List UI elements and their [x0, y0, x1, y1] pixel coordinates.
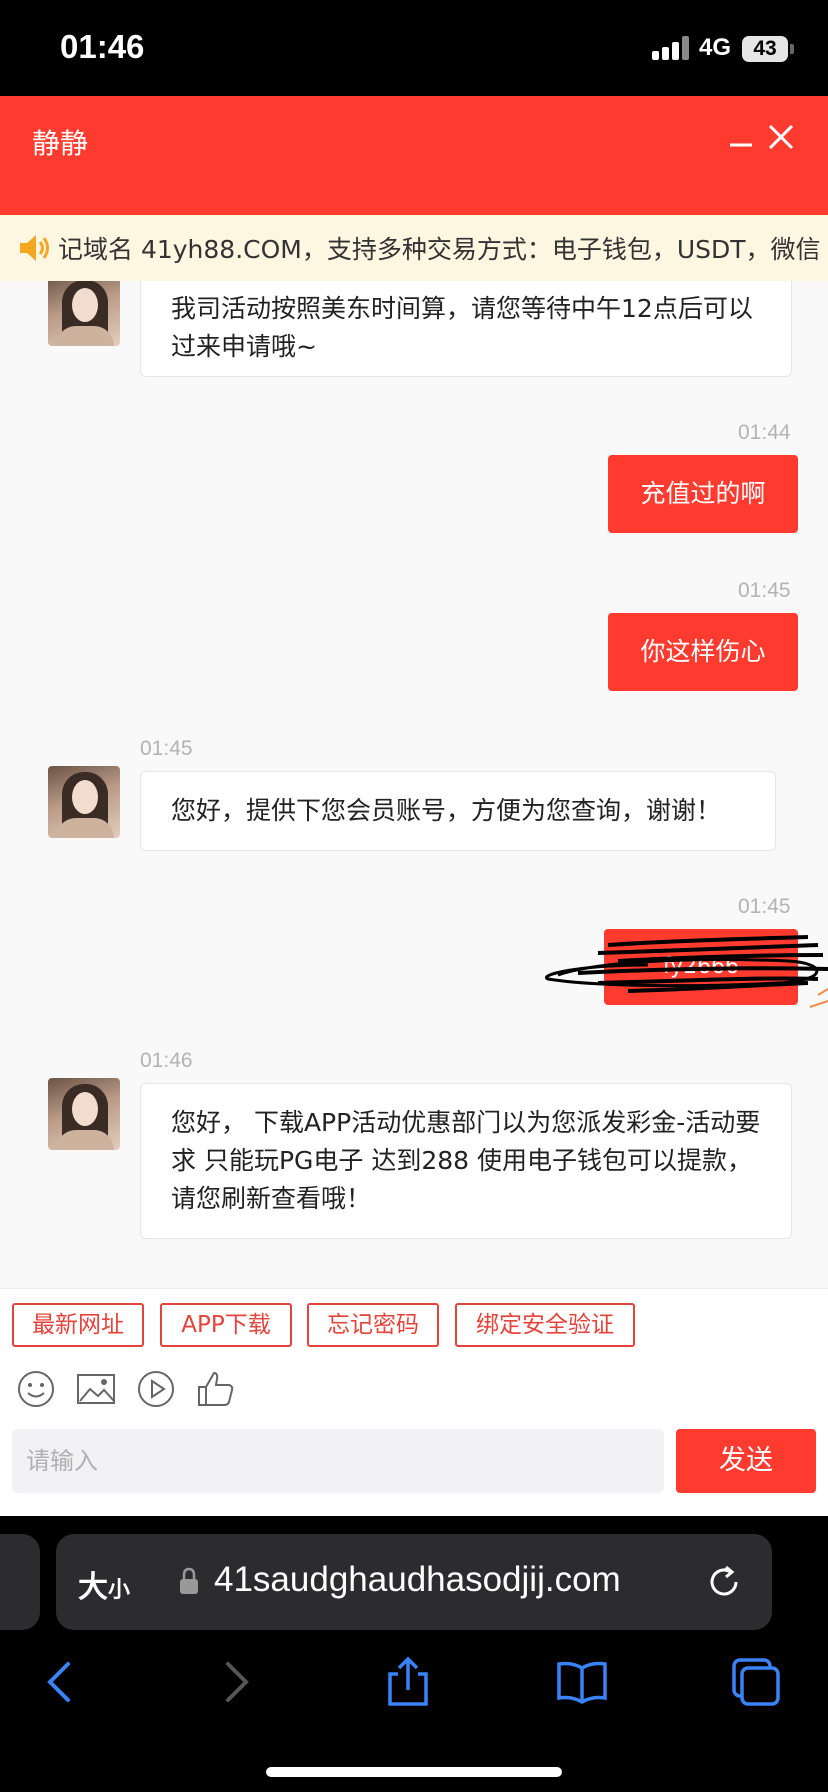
browser-toolbar: 大小 41saudghaudhasodjij.com	[0, 1516, 828, 1792]
bookmarks-icon[interactable]	[556, 1656, 608, 1708]
share-icon[interactable]	[382, 1656, 434, 1708]
back-icon[interactable]	[34, 1656, 86, 1708]
message-time: 01:45	[738, 895, 791, 918]
image-icon[interactable]	[76, 1369, 116, 1409]
quick-link-forgot-password[interactable]: 忘记密码	[307, 1303, 439, 1347]
agent-message: 我司活动按照美东时间算，请您等待中午12点后可以过来申请哦~	[140, 281, 792, 377]
forward-icon[interactable]	[210, 1656, 262, 1708]
agent-avatar	[48, 766, 120, 838]
redaction-scribble	[545, 935, 828, 1008]
user-message: 你这样伤心	[608, 613, 798, 691]
status-time: 01:46	[60, 28, 145, 65]
agent-name: 静静	[32, 127, 89, 160]
address-bar[interactable]: 大小 41saudghaudhasodjij.com	[56, 1534, 772, 1630]
message-text: 我司活动按照美东时间算，请您等待中午12点后可以过来申请哦~	[171, 294, 753, 361]
signal-icon	[652, 36, 690, 60]
message-text: 充值过的啊	[640, 479, 766, 508]
lock-icon	[180, 1567, 198, 1594]
reload-icon[interactable]	[706, 1564, 742, 1600]
speaker-icon	[20, 235, 49, 261]
message-text: 你这样伤心	[640, 637, 766, 666]
close-icon[interactable]	[768, 124, 794, 150]
message-time: 01:45	[738, 579, 791, 602]
announcement-text: 记域名 41yh88.COM，支持多种交易方式：电子钱包，USDT，微信	[58, 235, 821, 264]
message-time: 01:46	[140, 1049, 193, 1072]
tabs-icon[interactable]	[730, 1656, 782, 1708]
battery-icon: 43	[742, 36, 788, 62]
agent-message: 您好， 下载APP活动优惠部门以为您派发彩金-活动要求 只能玩PG电子 达到28…	[140, 1083, 792, 1239]
message-time: 01:45	[140, 737, 193, 760]
send-button[interactable]: 发送	[676, 1429, 816, 1493]
message-time: 01:44	[738, 421, 791, 444]
chat-area[interactable]: 我司活动按照美东时间算，请您等待中午12点后可以过来申请哦~ 01:44 充值过…	[0, 281, 828, 1288]
thumbs-up-icon[interactable]	[196, 1369, 236, 1409]
battery-tip	[790, 44, 794, 54]
agent-avatar	[48, 281, 120, 346]
previous-tab-preview[interactable]	[0, 1534, 40, 1630]
home-indicator	[266, 1767, 562, 1777]
network-type: 4G	[699, 34, 732, 61]
agent-avatar	[48, 1078, 120, 1150]
chat-header: 静静	[0, 96, 828, 215]
text-size-button[interactable]: 大小	[78, 1562, 130, 1606]
announcement-bar: 记域名 41yh88.COM，支持多种交易方式：电子钱包，USDT，微信	[0, 215, 828, 281]
minimize-icon[interactable]	[730, 134, 752, 156]
user-message: 充值过的啊	[608, 455, 798, 533]
quick-link-latest-url[interactable]: 最新网址	[12, 1303, 144, 1347]
agent-message: 您好，提供下您会员账号，方便为您查询，谢谢！	[140, 771, 776, 851]
quick-link-bind-security[interactable]: 绑定安全验证	[455, 1303, 635, 1347]
status-bar: 01:46 4G 43	[0, 0, 828, 96]
input-panel: 最新网址 APP下载 忘记密码 绑定安全验证 发送	[0, 1288, 828, 1516]
message-text: 您好，提供下您会员账号，方便为您查询，谢谢！	[171, 796, 722, 825]
quick-link-app-download[interactable]: APP下载	[160, 1303, 292, 1347]
message-text: 您好， 下载APP活动优惠部门以为您派发彩金-活动要求 只能玩PG电子 达到28…	[171, 1108, 761, 1213]
message-input[interactable]	[12, 1429, 664, 1493]
emoji-icon[interactable]	[16, 1369, 56, 1409]
url-text: 41saudghaudhasodjij.com	[214, 1560, 621, 1599]
video-icon[interactable]	[136, 1369, 176, 1409]
